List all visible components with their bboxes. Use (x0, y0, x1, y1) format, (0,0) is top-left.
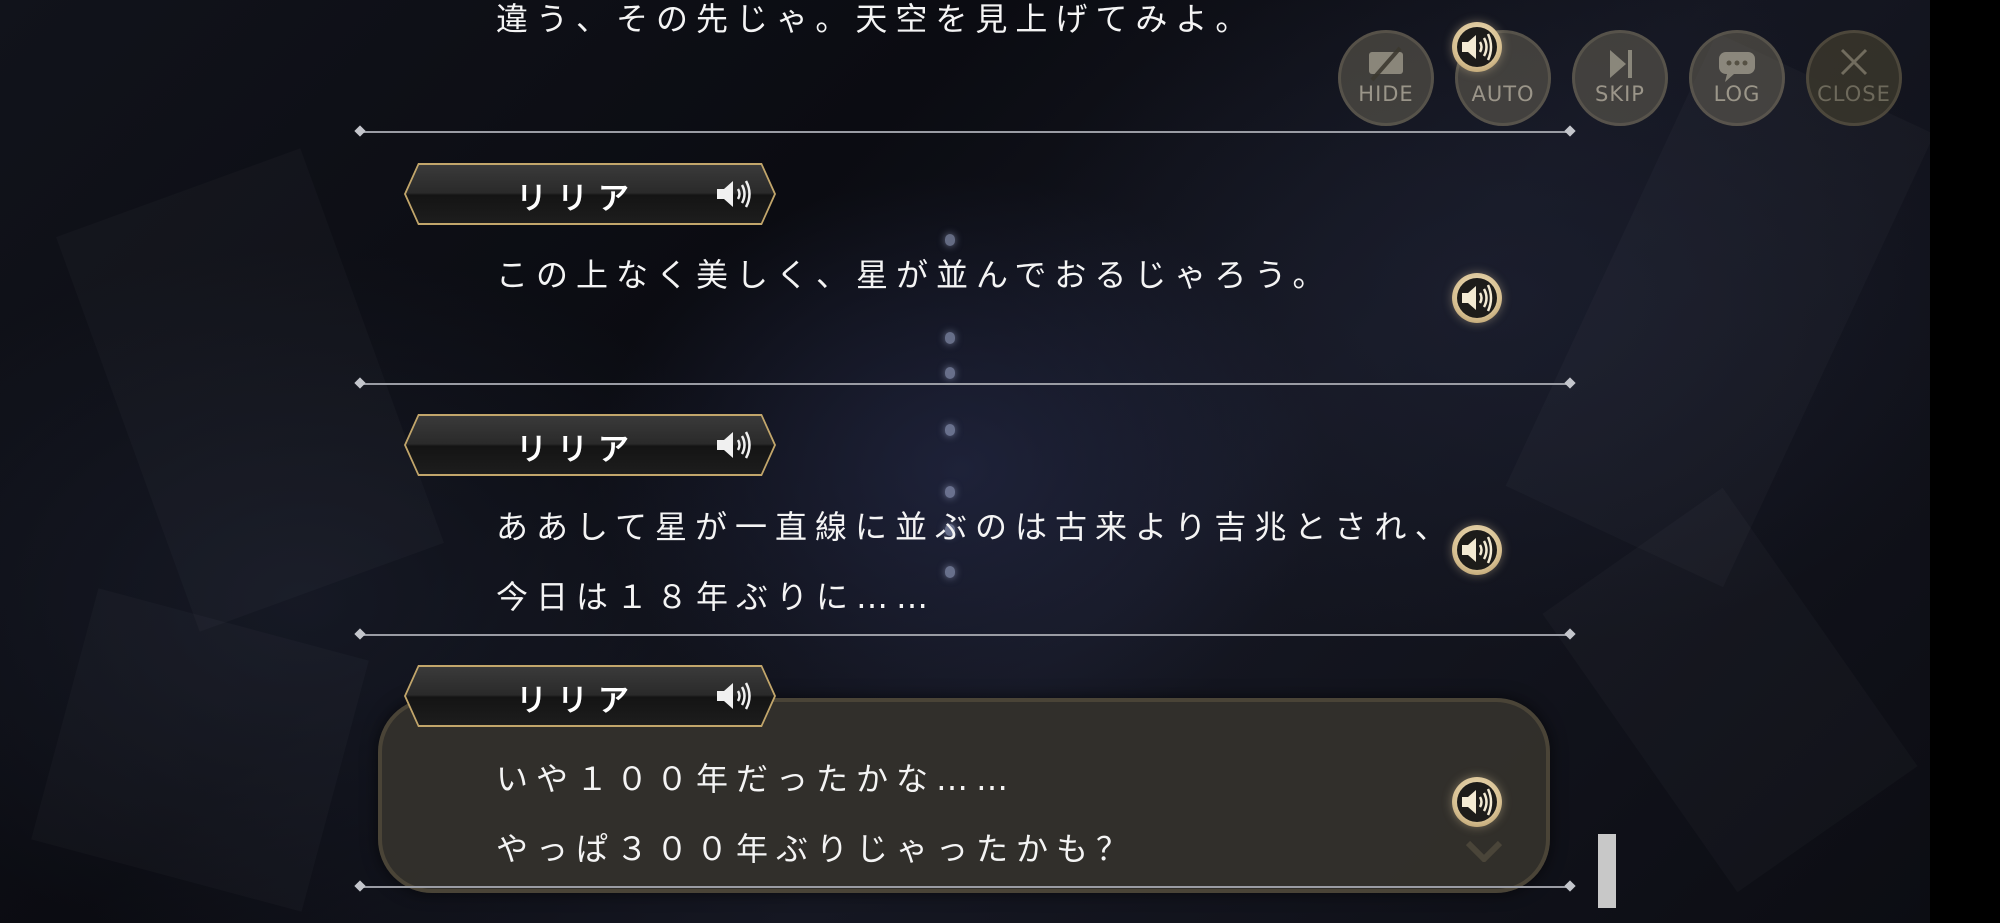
close-button[interactable]: CLOSE (1806, 30, 1902, 126)
voice-replay-button[interactable] (1452, 525, 1502, 575)
skip-button[interactable]: SKIP (1572, 30, 1668, 126)
divider (360, 634, 1570, 636)
log-line: いや１００年だったかな…… (496, 760, 1017, 798)
close-icon (1840, 48, 1868, 76)
log-line: 今日は１８年ぶりに…… (496, 578, 937, 616)
log-line: ああして星が一直線に並ぶのは古来より吉兆とされ、 (496, 508, 1455, 546)
speaker-icon (1462, 33, 1493, 61)
log-label: LOG (1713, 82, 1761, 106)
speaker-icon[interactable] (714, 679, 754, 713)
hide-label: HIDE (1358, 82, 1414, 106)
chat-bubble-icon (1719, 52, 1755, 82)
chevron-down-icon (1466, 840, 1502, 862)
scrollbar-thumb[interactable] (1598, 834, 1616, 908)
star (945, 332, 955, 344)
speaker-icon (1462, 788, 1493, 816)
close-label: CLOSE (1817, 82, 1891, 106)
speaker-name: リリア (516, 181, 639, 217)
skip-forward-icon (1610, 50, 1632, 78)
log-line: やっぱ３００年ぶりじゃったかも？ (496, 830, 1137, 868)
speaker-icon (1462, 536, 1493, 564)
speaker-icon[interactable] (714, 177, 754, 211)
hide-eye-icon (1369, 46, 1403, 82)
background-shard (31, 588, 369, 912)
speaker-icon[interactable] (714, 428, 754, 462)
auto-voice-icon-badge (1452, 22, 1502, 72)
log-line: 違う、その先じゃ。天空を見上げてみよ。 (496, 0, 1256, 38)
star (945, 424, 955, 436)
speaker-name-plate: リリア (404, 665, 776, 727)
star (945, 486, 955, 498)
divider (360, 886, 1570, 888)
speaker-icon (1462, 284, 1493, 312)
log-line: この上なく美しく、星が並んでおるじゃろう。 (496, 256, 1333, 294)
voice-replay-button[interactable] (1452, 777, 1502, 827)
star (945, 566, 955, 578)
speaker-name-plate: リリア (404, 163, 776, 225)
divider (360, 383, 1570, 385)
hide-button[interactable]: HIDE (1338, 30, 1434, 126)
background-shard (1542, 488, 1917, 893)
star (945, 234, 955, 246)
skip-label: SKIP (1595, 82, 1645, 106)
speaker-name: リリア (516, 432, 639, 468)
speaker-name: リリア (516, 683, 639, 719)
star (945, 367, 955, 379)
divider (360, 131, 1570, 133)
speaker-name-plate: リリア (404, 414, 776, 476)
screen-edge-bar (1930, 0, 2000, 923)
log-button[interactable]: LOG (1689, 30, 1785, 126)
auto-label: AUTO (1471, 82, 1535, 106)
voice-replay-button[interactable] (1452, 273, 1502, 323)
background-shard (56, 148, 444, 632)
background-scene: 違う、その先じゃ。天空を見上げてみよ。 リリア この上なく美しく、星が並んでおる… (0, 0, 1930, 923)
